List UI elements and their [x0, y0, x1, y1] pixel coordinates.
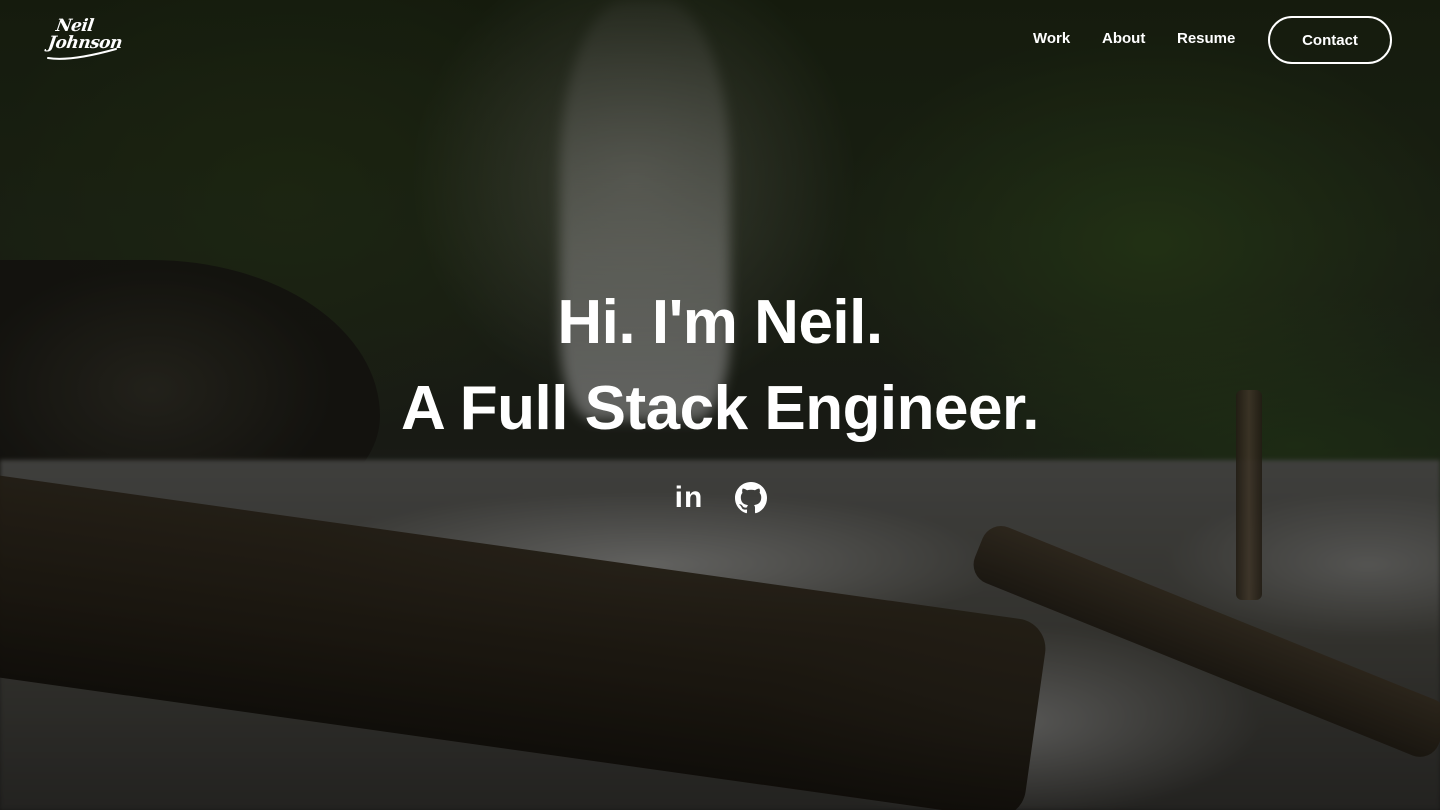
- linkedin-icon: in: [674, 481, 704, 514]
- contact-button[interactable]: Contact: [1268, 16, 1392, 64]
- hero-section: Neil Johnson Work About Resume Contact H…: [0, 0, 1440, 810]
- linkedin-link[interactable]: in: [673, 478, 705, 518]
- site-header: Neil Johnson Work About Resume Contact: [0, 0, 1440, 80]
- github-icon: [735, 482, 767, 514]
- logo-swoosh-icon: [47, 48, 117, 60]
- site-logo[interactable]: Neil Johnson: [46, 16, 124, 62]
- hero-greeting: Hi. I'm Neil.: [557, 288, 883, 357]
- nav-link-about[interactable]: About: [1102, 30, 1145, 47]
- social-links: in: [0, 478, 1440, 518]
- nav-link-resume[interactable]: Resume: [1177, 30, 1235, 47]
- hero-title: A Full Stack Engineer.: [401, 374, 1039, 443]
- hero-headline: Hi. I'm Neil. A Full Stack Engineer.: [0, 280, 1440, 452]
- github-link[interactable]: [735, 478, 767, 518]
- nav-link-work[interactable]: Work: [1033, 30, 1070, 47]
